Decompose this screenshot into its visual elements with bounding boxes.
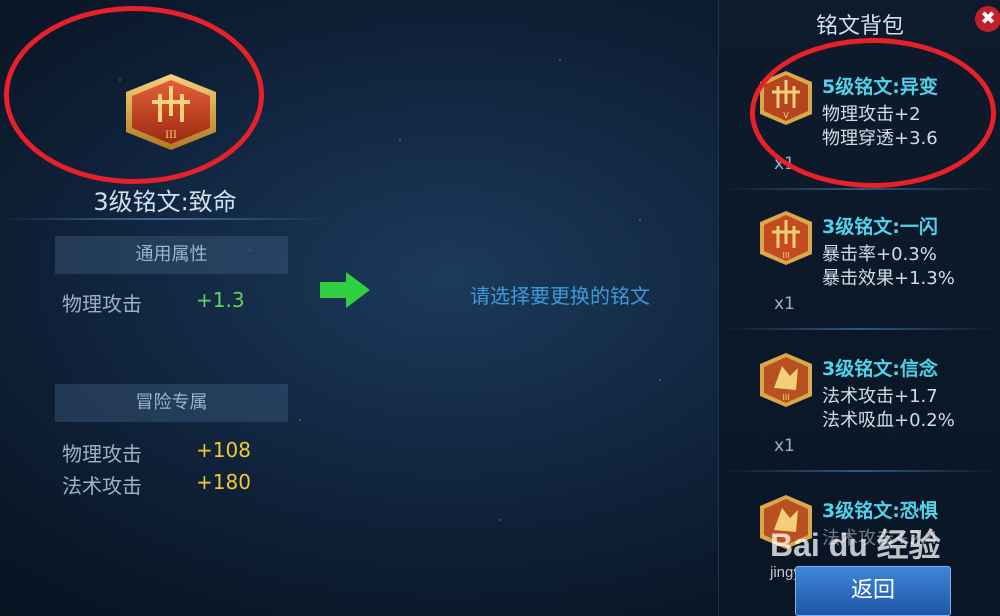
general-stat-value: +1.3: [196, 288, 245, 312]
selected-rune-title: 3级铭文:致命: [93, 188, 237, 216]
rune-iii-icon: III: [760, 211, 812, 265]
rune-crystal-icon: III: [760, 353, 812, 407]
adventure-stat-value: +180: [196, 470, 251, 494]
adventure-stat-label: 物理攻击: [62, 442, 142, 466]
arrow-right-icon: [320, 272, 370, 308]
rune-name: 3级铭文:一闪: [822, 216, 938, 238]
adventure-stat-label: 法术攻击: [62, 474, 142, 498]
close-button[interactable]: ✖: [975, 6, 1000, 32]
rune-stat: 物理穿透+3.6: [822, 128, 938, 149]
svg-text:III: III: [782, 251, 789, 260]
back-button[interactable]: 返回: [795, 566, 951, 616]
watermark-logo: Bai du 经验: [770, 527, 941, 563]
rune-stat: 法术吸血+0.2%: [822, 410, 955, 431]
svg-text:III: III: [165, 130, 177, 141]
rune-count: x1: [774, 436, 795, 456]
rune-replace-screen: III 3级铭文:致命 通用属性 物理攻击 +1.3 冒险专属 物理攻击 +10…: [0, 0, 1000, 616]
rune-stat: 物理攻击+2: [822, 104, 921, 125]
select-rune-hint: 请选择要更换的铭文: [470, 284, 650, 308]
divider: [720, 328, 1000, 330]
general-attributes-header: 通用属性: [55, 236, 288, 274]
baidu-watermark: Bai du 经验 jingyan.baidu.com: [770, 520, 941, 581]
rune-stat: 法术攻击+1.7: [822, 386, 938, 407]
rune-stat: 暴击率+0.3%: [822, 244, 937, 265]
rune-count: x1: [774, 154, 795, 174]
divider: [720, 188, 1000, 190]
rune-emblem-icon: III: [126, 74, 216, 150]
adventure-stat-value: +108: [196, 438, 251, 462]
rune-bag-title: 铭文背包: [815, 14, 904, 39]
adventure-attributes-header: 冒险专属: [55, 384, 288, 422]
rune-count: x1: [774, 294, 795, 314]
rune-v-icon: V: [760, 71, 812, 125]
rune-name: 3级铭文:恐惧: [822, 500, 938, 522]
rune-name: 5级铭文:异变: [822, 76, 938, 98]
svg-text:V: V: [783, 111, 789, 120]
divider: [720, 470, 1000, 472]
divider: [0, 218, 330, 220]
general-stat-label: 物理攻击: [62, 292, 142, 316]
rune-stat: 暴击效果+1.3%: [822, 268, 955, 289]
rune-name: 3级铭文:信念: [822, 358, 938, 380]
selected-rune-panel: III 3级铭文:致命 通用属性 物理攻击 +1.3 冒险专属 物理攻击 +10…: [0, 0, 330, 616]
svg-text:III: III: [782, 393, 789, 402]
